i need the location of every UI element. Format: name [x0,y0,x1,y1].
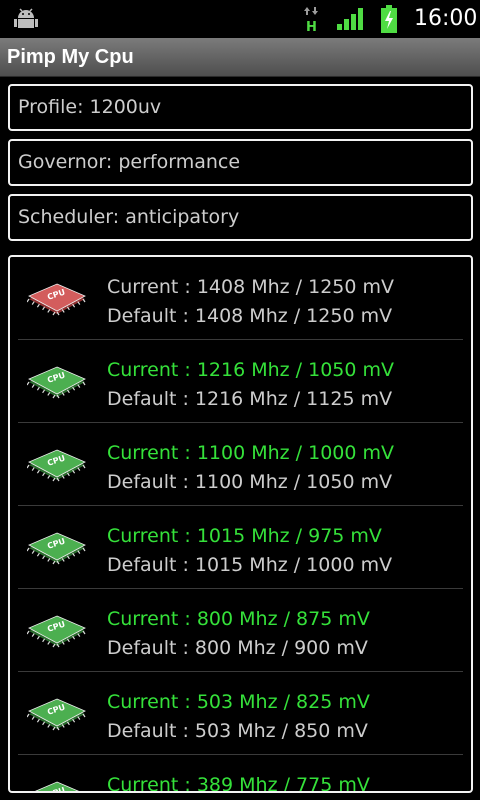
cpu-chip-icon: CPU [34,781,80,791]
app-title-bar: Pimp My Cpu [0,38,480,77]
signal-strength-icon [337,8,363,30]
default-frequency-text: Default : 503 Mhz / 850 mV [107,720,368,742]
cpu-chip-icon: CPU [27,698,86,731]
frequency-row[interactable]: CPU Current : 1100 Mhz / 1000 mV Default :… [10,423,471,506]
frequency-row[interactable]: CPU Current : 389 Mhz / 775 mV [10,755,471,793]
current-frequency-text: Current : 503 Mhz / 825 mV [107,691,370,713]
current-frequency-text: Current : 800 Mhz / 875 mV [107,608,370,630]
app-title: Pimp My Cpu [7,46,134,68]
current-frequency-text: Current : 1216 Mhz / 1050 mV [107,359,395,381]
cpu-chip-icon: CPU [27,283,86,316]
network-data-icon: H [304,7,318,32]
cpu-chip-icon: CPU [27,532,86,565]
governor-label: Governor: performance [18,151,241,173]
network-type-label: H [306,20,317,32]
profile-label: Profile: 1200uv [18,96,162,118]
clock: 16:00 [414,6,478,31]
default-frequency-text: Default : 1216 Mhz / 1125 mV [107,388,393,410]
cpu-chip-icon: CPU [27,449,86,482]
default-frequency-text: Default : 800 Mhz / 900 mV [107,637,368,659]
cpu-chip-icon: CPU [27,615,86,648]
frequency-row[interactable]: CPU Current : 1015 Mhz / 975 mV Default : … [10,506,471,589]
scheduler-label: Scheduler: anticipatory [18,206,240,228]
cpu-chip-icon: CPU [27,366,86,399]
android-debug-icon [14,8,38,28]
frequency-row[interactable]: CPU Current : 503 Mhz / 825 mV Default : 5… [10,672,471,755]
frequency-row[interactable]: CPU Current : 800 Mhz / 875 mV Default : 8… [10,589,471,672]
frequency-row[interactable]: CPU Current : 1216 Mhz / 1050 mV Default :… [10,340,471,423]
current-frequency-text: Current : 389 Mhz / 775 mV [107,774,370,793]
current-frequency-text: Current : 1100 Mhz / 1000 mV [107,442,395,464]
default-frequency-text: Default : 1408 Mhz / 1250 mV [107,305,393,327]
scheduler-selector[interactable]: Scheduler: anticipatory [8,194,473,241]
default-frequency-text: Default : 1015 Mhz / 1000 mV [107,554,393,576]
frequency-row[interactable]: CPU Current : 1408 Mhz / 1250 mV Default :… [10,257,471,340]
default-frequency-text: Default : 1100 Mhz / 1050 mV [107,471,393,493]
battery-charging-icon [381,5,397,33]
current-frequency-text: Current : 1408 Mhz / 1250 mV [107,276,395,298]
current-frequency-text: Current : 1015 Mhz / 975 mV [107,525,382,547]
profile-selector[interactable]: Profile: 1200uv [8,84,473,131]
governor-selector[interactable]: Governor: performance [8,139,473,186]
status-bar: H 16:00 [0,0,480,38]
frequency-list[interactable]: CPU Current : 1408 Mhz / 1250 mV Default :… [8,255,473,793]
